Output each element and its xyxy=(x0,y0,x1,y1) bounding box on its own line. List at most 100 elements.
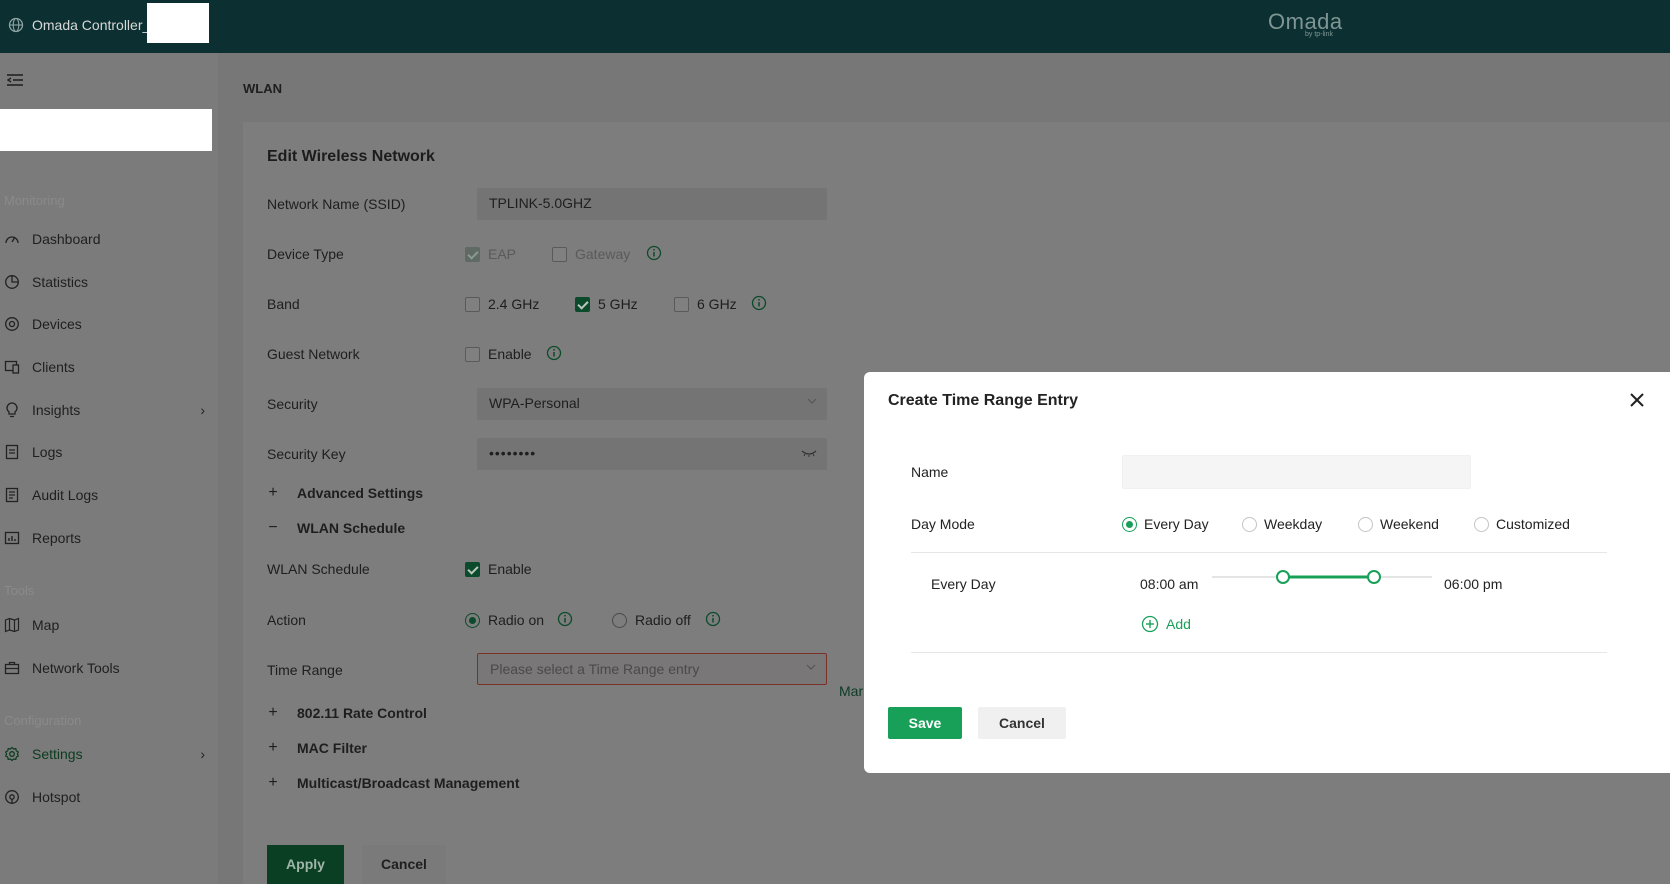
sidebar-item-reports[interactable]: Reports xyxy=(4,525,209,551)
day-mode-customized[interactable]: Customized xyxy=(1474,516,1570,532)
eye-closed-icon[interactable] xyxy=(801,448,817,458)
redacted-box xyxy=(147,3,209,43)
multicast-toggle[interactable]: + Multicast/Broadcast Management xyxy=(267,774,520,792)
time-range-slider[interactable] xyxy=(1212,567,1432,587)
globe-icon xyxy=(8,17,24,33)
day-mode-label: Day Mode xyxy=(911,516,975,532)
cancel-button[interactable]: Cancel xyxy=(362,845,446,884)
rate-control-toggle[interactable]: +802.11 Rate Control xyxy=(267,704,427,722)
checkbox xyxy=(465,296,480,312)
radio xyxy=(1122,516,1137,532)
action-radio-on[interactable]: Radio on xyxy=(465,612,544,628)
sidebar-item-statistics[interactable]: Statistics xyxy=(4,269,209,295)
redacted-site-selector[interactable] xyxy=(0,109,212,151)
sidebar-item-insights[interactable]: Insights › xyxy=(4,397,209,423)
tp-link-sublogo: by tp-link xyxy=(1305,31,1334,38)
dashboard-icon xyxy=(5,236,19,244)
checkbox xyxy=(575,296,590,312)
name-label: Name xyxy=(911,464,949,480)
sidebar-item-label: Audit Logs xyxy=(32,487,99,503)
option-label: 2.4 GHz xyxy=(488,296,540,312)
audit-logs-icon xyxy=(5,487,19,503)
wlan-schedule-enable[interactable]: Enable xyxy=(465,561,532,577)
breadcrumb: WLAN xyxy=(243,81,282,96)
chevron-right-icon: › xyxy=(200,402,205,418)
sidebar-item-hotspot[interactable]: Hotspot xyxy=(4,784,209,810)
sidebar-item-audit-logs[interactable]: Audit Logs xyxy=(4,482,209,508)
security-key-input[interactable]: •••••••• xyxy=(477,438,827,470)
sidebar-item-network-tools[interactable]: Network Tools xyxy=(4,655,209,681)
checkbox xyxy=(465,346,480,362)
security-key-value: •••••••• xyxy=(489,445,537,461)
option-label: 5 GHz xyxy=(598,296,638,312)
clients-icon xyxy=(4,360,20,374)
security-select[interactable]: WPA-Personal xyxy=(477,388,827,420)
toolbox-icon xyxy=(4,661,20,675)
plus-icon: + xyxy=(268,704,278,721)
guest-network-enable[interactable]: Enable xyxy=(465,346,532,362)
add-range-button[interactable]: Add xyxy=(1141,615,1191,633)
logs-icon xyxy=(5,444,19,460)
section-label: WLAN Schedule xyxy=(297,520,406,536)
option-label: 6 GHz xyxy=(697,296,737,312)
day-mode-every-day[interactable]: Every Day xyxy=(1122,516,1209,532)
band-5ghz[interactable]: 5 GHz xyxy=(575,296,638,312)
checkbox xyxy=(674,296,689,312)
option-label: Radio off xyxy=(635,612,691,628)
radio xyxy=(1242,516,1257,532)
chevron-right-icon: › xyxy=(200,746,205,762)
ssid-input[interactable]: TPLINK-5.0GHZ xyxy=(477,188,827,220)
section-label: MAC Filter xyxy=(297,740,367,756)
advanced-settings-toggle[interactable]: + Advanced Settings xyxy=(267,484,423,502)
info-icon[interactable] xyxy=(751,295,767,311)
schedule-row-label: Every Day xyxy=(931,576,996,592)
option-label: Every Day xyxy=(1144,516,1209,532)
sidebar-item-map[interactable]: Map xyxy=(4,612,209,638)
apply-button[interactable]: Apply xyxy=(267,845,344,884)
sidebar-item-label: Reports xyxy=(32,530,82,546)
device-type-gateway: Gateway xyxy=(552,246,630,262)
close-icon[interactable] xyxy=(1627,390,1647,410)
action-radio-off[interactable]: Radio off xyxy=(612,612,691,628)
band-6ghz[interactable]: 6 GHz xyxy=(674,296,737,312)
info-icon[interactable] xyxy=(546,345,562,361)
section-label: Multicast/Broadcast Management xyxy=(297,775,520,791)
sidebar-item-logs[interactable]: Logs xyxy=(4,439,209,465)
time-range-select[interactable]: Please select a Time Range entry xyxy=(477,653,827,685)
sidebar-item-label: Network Tools xyxy=(32,660,120,676)
checkbox xyxy=(465,246,480,262)
slider-start-handle xyxy=(1276,570,1290,584)
radio xyxy=(612,612,627,628)
manage-link[interactable]: Mar xyxy=(839,683,863,699)
save-button[interactable]: Save xyxy=(888,707,962,739)
day-mode-weekend[interactable]: Weekend xyxy=(1358,516,1439,532)
sidebar-item-label: Settings xyxy=(32,746,83,762)
minus-icon: − xyxy=(268,519,278,536)
info-icon[interactable] xyxy=(646,245,662,261)
sidebar-item-label: Logs xyxy=(32,444,63,460)
sidebar-item-clients[interactable]: Clients xyxy=(4,354,209,380)
chevron-down-icon xyxy=(806,664,816,670)
time-range-label: Time Range xyxy=(267,662,343,678)
checkbox xyxy=(552,246,567,262)
chevron-down-icon xyxy=(807,398,817,404)
option-label: EAP xyxy=(488,246,517,262)
sidebar-item-settings[interactable]: Settings › xyxy=(4,741,209,767)
option-label: Enable xyxy=(488,561,532,577)
reports-icon xyxy=(4,531,20,545)
section-configuration: Configuration xyxy=(4,713,82,728)
mac-filter-toggle[interactable]: + MAC Filter xyxy=(267,739,367,757)
menu-collapse-icon[interactable] xyxy=(6,72,24,88)
device-type-eap: EAP xyxy=(465,246,516,262)
name-input[interactable] xyxy=(1122,455,1471,489)
day-mode-weekday[interactable]: Weekday xyxy=(1242,516,1322,532)
section-label: 802.11 Rate Control xyxy=(297,705,427,721)
modal-cancel-button[interactable]: Cancel xyxy=(978,707,1066,739)
band-2-4ghz[interactable]: 2.4 GHz xyxy=(465,296,539,312)
sidebar-item-dashboard[interactable]: Dashboard xyxy=(4,226,209,252)
info-icon[interactable] xyxy=(705,611,721,627)
info-icon[interactable] xyxy=(557,611,573,627)
wlan-schedule-toggle[interactable]: − WLAN Schedule xyxy=(267,519,405,537)
sidebar-item-devices[interactable]: Devices xyxy=(4,311,209,337)
option-label: Gateway xyxy=(575,246,631,262)
